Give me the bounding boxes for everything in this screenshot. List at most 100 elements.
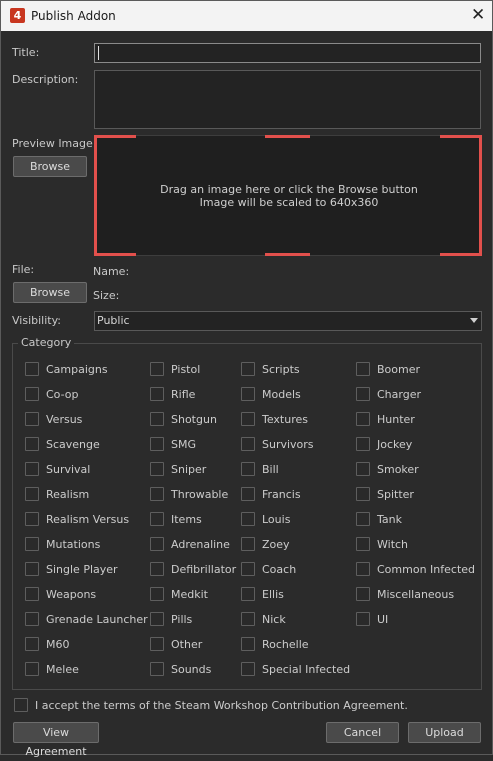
category-checkbox-realism-versus[interactable] bbox=[25, 512, 39, 526]
category-label-scavenge: Scavenge bbox=[46, 438, 100, 451]
close-icon[interactable]: ✕ bbox=[471, 5, 485, 25]
category-label-pills: Pills bbox=[171, 613, 193, 626]
category-checkbox-medkit[interactable] bbox=[150, 587, 164, 601]
category-checkbox-pills[interactable] bbox=[150, 612, 164, 626]
category-label-rifle: Rifle bbox=[171, 388, 196, 401]
file-label: File: bbox=[12, 263, 35, 276]
category-checkbox-survivors[interactable] bbox=[241, 437, 255, 451]
app-icon: 4 bbox=[10, 8, 25, 23]
category-label-boomer: Boomer bbox=[377, 363, 421, 376]
category-checkbox-boomer[interactable] bbox=[356, 362, 370, 376]
category-checkbox-mutations[interactable] bbox=[25, 537, 39, 551]
category-checkbox-special-infected[interactable] bbox=[241, 662, 255, 676]
category-label-medkit: Medkit bbox=[171, 588, 208, 601]
category-checkbox-pistol[interactable] bbox=[150, 362, 164, 376]
category-checkbox-spitter[interactable] bbox=[356, 487, 370, 501]
category-label-throwable: Throwable bbox=[171, 488, 229, 501]
category-checkbox-hunter[interactable] bbox=[356, 412, 370, 426]
category-checkbox-witch[interactable] bbox=[356, 537, 370, 551]
category-checkbox-ellis[interactable] bbox=[241, 587, 255, 601]
category-checkbox-miscellaneous[interactable] bbox=[356, 587, 370, 601]
category-checkbox-nick[interactable] bbox=[241, 612, 255, 626]
preview-mark-top-right bbox=[440, 135, 482, 138]
category-label-single-player: Single Player bbox=[46, 563, 118, 576]
category-checkbox-scripts[interactable] bbox=[241, 362, 255, 376]
category-checkbox-smoker[interactable] bbox=[356, 462, 370, 476]
category-checkbox-scavenge[interactable] bbox=[25, 437, 39, 451]
category-label-co-op: Co-op bbox=[46, 388, 79, 401]
category-checkbox-rochelle[interactable] bbox=[241, 637, 255, 651]
category-checkbox-melee[interactable] bbox=[25, 662, 39, 676]
category-checkbox-rifle[interactable] bbox=[150, 387, 164, 401]
category-checkbox-versus[interactable] bbox=[25, 412, 39, 426]
category-checkbox-common-infected[interactable] bbox=[356, 562, 370, 576]
category-checkbox-other[interactable] bbox=[150, 637, 164, 651]
agreement-checkbox[interactable] bbox=[14, 698, 28, 712]
category-checkbox-realism[interactable] bbox=[25, 487, 39, 501]
category-checkbox-bill[interactable] bbox=[241, 462, 255, 476]
category-checkbox-jockey[interactable] bbox=[356, 437, 370, 451]
category-label-special-infected: Special Infected bbox=[262, 663, 351, 676]
preview-border-right bbox=[479, 135, 482, 255]
file-browse-button[interactable]: Browse bbox=[13, 282, 87, 303]
app-icon-glyph: 4 bbox=[13, 9, 22, 22]
category-checkbox-tank[interactable] bbox=[356, 512, 370, 526]
description-textarea[interactable] bbox=[94, 70, 481, 129]
category-checkbox-zoey[interactable] bbox=[241, 537, 255, 551]
category-label-survival: Survival bbox=[46, 463, 91, 476]
preview-mark-bottom-left bbox=[94, 253, 136, 256]
category-label-other: Other bbox=[171, 638, 203, 651]
category-checkbox-co-op[interactable] bbox=[25, 387, 39, 401]
category-label-tank: Tank bbox=[377, 513, 402, 526]
category-label-textures: Textures bbox=[262, 413, 308, 426]
preview-browse-button[interactable]: Browse bbox=[13, 156, 87, 177]
preview-drop-area[interactable]: Drag an image here or click the Browse b… bbox=[94, 135, 482, 256]
category-label-weapons: Weapons bbox=[46, 588, 97, 601]
category-label-witch: Witch bbox=[377, 538, 409, 551]
category-checkbox-smg[interactable] bbox=[150, 437, 164, 451]
title-input[interactable] bbox=[94, 43, 481, 63]
category-label-common-infected: Common Infected bbox=[377, 563, 476, 576]
category-checkbox-charger[interactable] bbox=[356, 387, 370, 401]
file-name-label: Name: bbox=[93, 265, 130, 278]
category-checkbox-louis[interactable] bbox=[241, 512, 255, 526]
category-label-hunter: Hunter bbox=[377, 413, 415, 426]
category-checkbox-adrenaline[interactable] bbox=[150, 537, 164, 551]
category-label-spitter: Spitter bbox=[377, 488, 414, 501]
category-label-mutations: Mutations bbox=[46, 538, 101, 551]
category-checkbox-shotgun[interactable] bbox=[150, 412, 164, 426]
category-label-ui: UI bbox=[377, 613, 389, 626]
category-checkbox-items[interactable] bbox=[150, 512, 164, 526]
category-label-defibrillator: Defibrillator bbox=[171, 563, 237, 576]
cancel-button[interactable]: Cancel bbox=[326, 722, 399, 743]
category-checkbox-m60[interactable] bbox=[25, 637, 39, 651]
category-label-m60: M60 bbox=[46, 638, 70, 651]
category-checkbox-sniper[interactable] bbox=[150, 462, 164, 476]
category-checkbox-coach[interactable] bbox=[241, 562, 255, 576]
category-checkbox-sounds[interactable] bbox=[150, 662, 164, 676]
category-checkbox-models[interactable] bbox=[241, 387, 255, 401]
category-checkbox-grenade-launcher[interactable] bbox=[25, 612, 39, 626]
view-agreement-button[interactable]: View Agreement bbox=[13, 722, 99, 758]
category-label-bill: Bill bbox=[262, 463, 279, 476]
category-label-versus: Versus bbox=[46, 413, 83, 426]
category-checkbox-campaigns[interactable] bbox=[25, 362, 39, 376]
category-label-ellis: Ellis bbox=[262, 588, 284, 601]
preview-image-label: Preview Image: bbox=[12, 137, 97, 150]
category-checkbox-throwable[interactable] bbox=[150, 487, 164, 501]
category-checkbox-weapons[interactable] bbox=[25, 587, 39, 601]
category-checkbox-survival[interactable] bbox=[25, 462, 39, 476]
preview-mark-bottom-right bbox=[440, 253, 482, 256]
category-label-coach: Coach bbox=[262, 563, 297, 576]
preview-instructions: Drag an image here or click the Browse b… bbox=[95, 183, 483, 209]
category-checkbox-ui[interactable] bbox=[356, 612, 370, 626]
category-checkbox-francis[interactable] bbox=[241, 487, 255, 501]
visibility-dropdown[interactable]: Public bbox=[94, 311, 482, 331]
upload-button[interactable]: Upload bbox=[408, 722, 481, 743]
category-label-melee: Melee bbox=[46, 663, 79, 676]
category-label-sounds: Sounds bbox=[171, 663, 212, 676]
category-label-realism: Realism bbox=[46, 488, 90, 501]
category-checkbox-textures[interactable] bbox=[241, 412, 255, 426]
category-checkbox-defibrillator[interactable] bbox=[150, 562, 164, 576]
category-checkbox-single-player[interactable] bbox=[25, 562, 39, 576]
